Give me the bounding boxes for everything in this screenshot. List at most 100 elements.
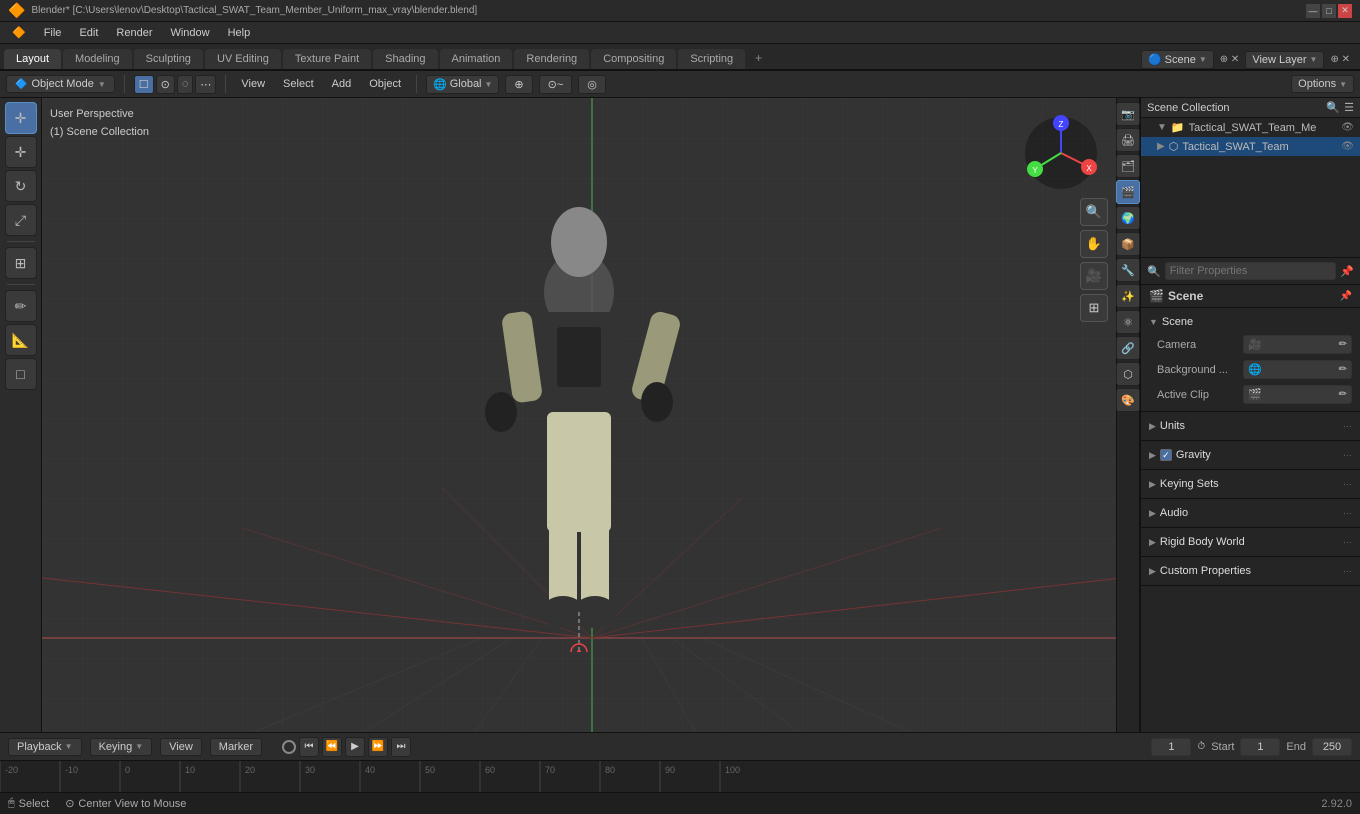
outliner-options-btn[interactable]: ☰ [1344, 101, 1354, 114]
proportional-btn[interactable]: ◎ [578, 75, 606, 94]
pivot-btn[interactable]: ⊕ [505, 75, 532, 94]
active-clip-edit-btn[interactable]: ✏ [1339, 389, 1347, 400]
output-props-btn[interactable]: 🖨 [1116, 128, 1140, 152]
play-btn[interactable]: ▶ [345, 737, 365, 757]
background-value[interactable]: 🌐 ✏ [1243, 360, 1352, 379]
physics-props-btn[interactable]: ⚛ [1116, 310, 1140, 334]
select-menu-btn[interactable]: Select [277, 76, 320, 92]
camera-value[interactable]: 🎥 ✏ [1243, 335, 1352, 354]
scene-pin-btn[interactable]: 📌 [1340, 291, 1352, 302]
menu-window[interactable]: Window [162, 25, 217, 41]
menu-blender[interactable]: 🔶 [4, 24, 34, 41]
measure-tool[interactable]: 📐 [5, 324, 37, 356]
tab-modeling[interactable]: Modeling [63, 49, 132, 69]
scene-selector[interactable]: 🔵 Scene ▼ [1141, 50, 1214, 69]
jump-start-btn[interactable]: ⏮ [299, 737, 319, 757]
timeline-ruler[interactable]: -20 -10 0 10 20 30 40 50 60 70 80 90 100 [0, 761, 1360, 792]
gravity-section-header[interactable]: ▶ ✓ Gravity ··· [1141, 445, 1360, 465]
keying-sets-header[interactable]: ▶ Keying Sets ··· [1141, 474, 1360, 494]
tab-texture-paint[interactable]: Texture Paint [283, 49, 371, 69]
scene-section-header[interactable]: ▼ Scene [1141, 312, 1360, 332]
tab-uv-editing[interactable]: UV Editing [205, 49, 281, 69]
custom-props-header[interactable]: ▶ Custom Properties ··· [1141, 561, 1360, 581]
add-menu-btn[interactable]: Add [326, 76, 358, 92]
view-menu-timeline[interactable]: View [160, 738, 202, 756]
tab-sculpting[interactable]: Sculpting [134, 49, 203, 69]
material-props-btn[interactable]: 🎨 [1116, 388, 1140, 412]
tab-shading[interactable]: Shading [373, 49, 437, 69]
start-frame[interactable]: 1 [1240, 738, 1280, 756]
menu-help[interactable]: Help [220, 25, 259, 41]
scale-tool[interactable]: ⤢ [5, 204, 37, 236]
end-frame[interactable]: 250 [1312, 738, 1352, 756]
data-props-btn[interactable]: ⬡ [1116, 362, 1140, 386]
view-menu-btn[interactable]: View [235, 76, 271, 92]
menu-edit[interactable]: Edit [71, 25, 106, 41]
transform-tool[interactable]: ⊞ [5, 247, 37, 279]
outliner-filter-btn[interactable]: 🔍 [1326, 101, 1340, 114]
pan-btn[interactable]: ✋ [1080, 230, 1108, 258]
maximize-button[interactable]: □ [1322, 4, 1336, 18]
audio-header[interactable]: ▶ Audio ··· [1141, 503, 1360, 523]
camera-edit-btn[interactable]: ✏ [1339, 339, 1347, 350]
mode-selector[interactable]: 🔷 Object Mode ▼ [6, 75, 115, 93]
snap-btn[interactable]: ⊙~ [539, 75, 573, 94]
cursor-tool[interactable]: ✛ [5, 102, 37, 134]
tab-layout[interactable]: Layout [4, 49, 61, 69]
viewport-3d[interactable]: User Perspective (1) Scene Collection Z … [42, 98, 1116, 732]
current-frame[interactable]: 1 [1151, 738, 1191, 756]
select-circle-btn[interactable]: ⊙ [156, 75, 175, 94]
outliner-item-mesh[interactable]: ▶ ⬡ Tactical_SWAT_Team 👁 [1141, 137, 1360, 156]
axis-gizmo[interactable]: Z X Y [1021, 113, 1101, 193]
minimize-button[interactable]: — [1306, 4, 1320, 18]
mesh-visibility[interactable]: 👁 [1341, 141, 1354, 152]
active-clip-value[interactable]: 🎬 ✏ [1243, 385, 1352, 404]
gravity-checkbox[interactable]: ✓ [1160, 449, 1172, 461]
units-section-header[interactable]: ▶ Units ··· [1141, 416, 1360, 436]
tab-scripting[interactable]: Scripting [678, 49, 745, 69]
camera-btn[interactable]: 🎥 [1080, 262, 1108, 290]
select-box-btn[interactable]: ☐ [134, 75, 154, 94]
grid-btn[interactable]: ⊞ [1080, 294, 1108, 322]
select-more-btn[interactable]: ⋯ [195, 75, 216, 94]
move-tool[interactable]: ✛ [5, 136, 37, 168]
background-edit-btn[interactable]: ✏ [1339, 364, 1347, 375]
keying-menu[interactable]: Keying ▼ [90, 738, 153, 756]
jump-end-btn[interactable]: ⏭ [391, 737, 411, 757]
world-props-btn[interactable]: 🌍 [1116, 206, 1140, 230]
constraints-props-btn[interactable]: 🔗 [1116, 336, 1140, 360]
add-workspace-button[interactable]: + [747, 47, 770, 69]
scene-props-btn[interactable]: 🎬 [1116, 180, 1140, 204]
step-fwd-btn[interactable]: ⏩ [368, 737, 388, 757]
outliner-item-collection[interactable]: ▼ 📁 Tactical_SWAT_Team_Me 👁 [1141, 118, 1360, 137]
zoom-in-btn[interactable]: 🔍 [1080, 198, 1108, 226]
annotate-tool[interactable]: ✏ [5, 290, 37, 322]
tab-compositing[interactable]: Compositing [591, 49, 676, 69]
titlebar-controls: — □ ✕ [1306, 4, 1352, 18]
record-btn[interactable] [282, 740, 296, 754]
tab-rendering[interactable]: Rendering [514, 49, 589, 69]
marker-menu[interactable]: Marker [210, 738, 262, 756]
transform-selector[interactable]: 🌐 Global ▼ [426, 75, 499, 94]
particles-props-btn[interactable]: ✨ [1116, 284, 1140, 308]
step-back-btn[interactable]: ⏪ [322, 737, 342, 757]
object-props-btn[interactable]: 📦 [1116, 232, 1140, 256]
select-lasso-btn[interactable]: ◌ [177, 75, 194, 94]
menu-render[interactable]: Render [108, 25, 160, 41]
rigid-body-header[interactable]: ▶ Rigid Body World ··· [1141, 532, 1360, 552]
rotate-tool[interactable]: ↻ [5, 170, 37, 202]
view-layer-selector[interactable]: View Layer ▼ [1245, 51, 1324, 69]
close-button[interactable]: ✕ [1338, 4, 1352, 18]
add-cube-tool[interactable]: □ [5, 358, 37, 390]
collection-visibility[interactable]: 👁 [1341, 122, 1354, 133]
properties-search-input[interactable] [1165, 262, 1337, 280]
menu-file[interactable]: File [36, 25, 70, 41]
object-menu-btn[interactable]: Object [363, 76, 407, 92]
options-dropdown[interactable]: Options ▼ [1291, 75, 1354, 93]
view-layer-props-btn[interactable]: 🗂 [1116, 154, 1140, 178]
tab-animation[interactable]: Animation [440, 49, 513, 69]
modifier-props-btn[interactable]: 🔧 [1116, 258, 1140, 282]
render-props-btn[interactable]: 📷 [1116, 102, 1140, 126]
playback-menu[interactable]: Playback ▼ [8, 738, 82, 756]
pin-icon[interactable]: 📌 [1340, 265, 1354, 278]
